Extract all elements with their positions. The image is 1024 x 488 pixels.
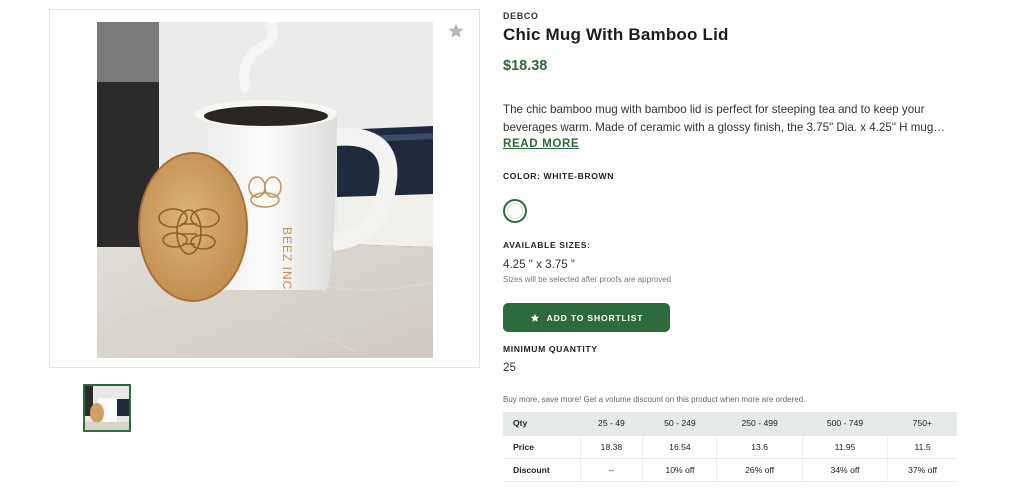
add-to-shortlist-label: ADD TO SHORTLIST [546,312,644,323]
table-row-price: Price 18.38 16.54 13.6 11.95 11.5 [503,435,957,459]
available-sizes-label: AVAILABLE SIZES: [503,240,591,250]
mug-imprint-text: BEEZ INC [280,227,294,290]
volume-discount-note: Buy more, save more! Get a volume discou… [503,395,806,404]
favorite-star-icon[interactable] [447,22,465,40]
table-cell: Discount [503,458,580,482]
table-cell: 11.95 [801,435,888,459]
table-cell: 16.54 [642,435,717,459]
color-swatch-white-brown[interactable] [503,199,527,223]
thumbnail-image[interactable] [83,384,131,432]
table-cell: 18.38 [579,435,643,459]
color-label: COLOR: WHITE-BROWN [503,171,615,181]
table-cell: -- [579,458,643,482]
table-cell: 50 - 249 [642,412,717,436]
minimum-quantity-label: MINIMUM QUANTITY [503,344,598,354]
table-cell: 26% off [716,458,803,482]
product-main-image: BEEZ INC [97,22,433,358]
table-cell: 11.5 [887,435,957,459]
table-cell: Price [503,435,580,459]
product-photo: BEEZ INC [97,22,433,358]
product-title: Chic Mug With Bamboo Lid [503,25,729,44]
table-cell: 25 - 49 [580,412,643,436]
star-icon [530,313,539,322]
thumbnail-photo [85,386,129,430]
product-description: The chic bamboo mug with bamboo lid is p… [503,103,945,134]
table-cell: 10% off [642,458,717,482]
add-to-shortlist-button[interactable]: ADD TO SHORTLIST [503,303,670,332]
table-cell: Qty [503,412,580,436]
table-cell: 13.6 [716,435,803,459]
table-cell: 750+ [887,412,957,436]
pricing-table: Qty 25 - 49 50 - 249 250 - 499 500 - 749… [503,412,957,482]
size-value: 4.25 " x 3.75 " [503,258,576,271]
minimum-quantity-value: 25 [503,361,516,374]
read-more-link[interactable]: READ MORE [503,137,579,150]
table-cell: 250 - 499 [716,412,803,436]
table-cell: 34% off [801,458,888,482]
table-cell: 500 - 749 [802,412,888,436]
product-price: $18.38 [503,58,548,74]
table-cell: 37% off [887,458,957,482]
table-header-row: Qty 25 - 49 50 - 249 250 - 499 500 - 749… [503,412,957,436]
size-note: Sizes will be selected after proofs are … [503,275,672,284]
product-gallery: BEEZ INC [49,9,480,368]
table-row-discount: Discount -- 10% off 26% off 34% off 37% … [503,458,957,482]
brand-name: DEBCO [503,11,539,21]
